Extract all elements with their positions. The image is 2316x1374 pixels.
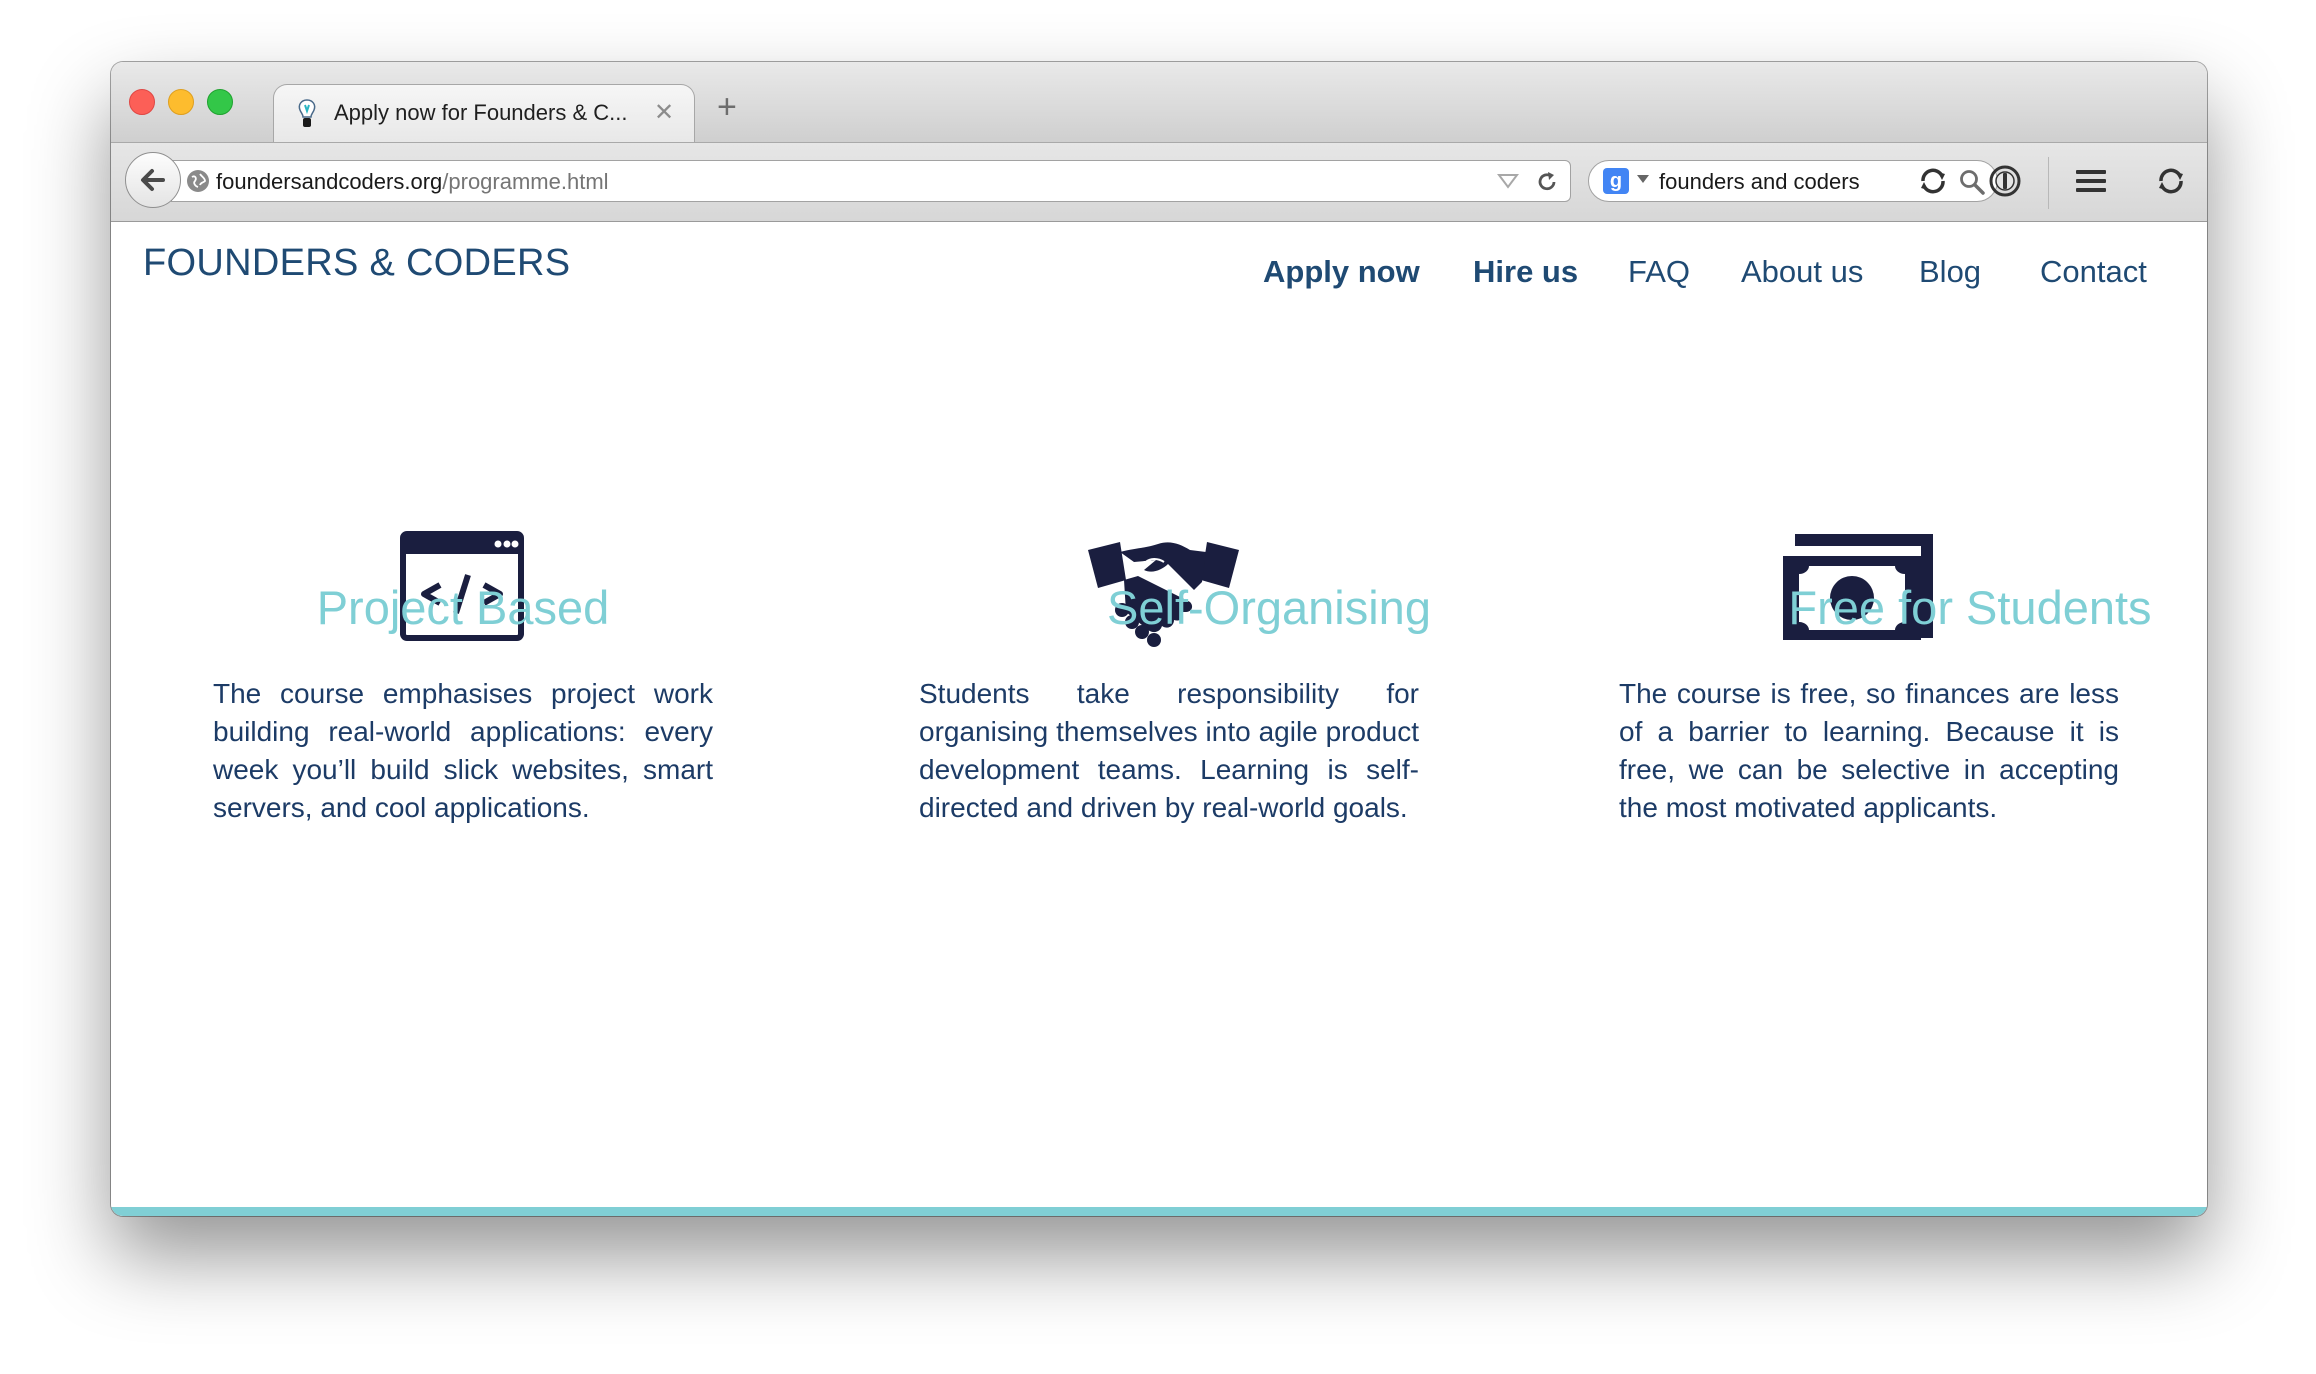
feature-body-project-based: The course emphasises project work build… bbox=[213, 678, 713, 823]
browser-tab-active[interactable]: Apply now for Founders & C... ✕ bbox=[273, 84, 695, 142]
search-engine-badge[interactable]: g bbox=[1603, 168, 1629, 194]
search-engine-dropdown-icon[interactable] bbox=[1636, 174, 1650, 184]
web-page: FOUNDERS & CODERS Apply now Hire us FAQ … bbox=[111, 222, 2207, 1216]
lightbulb-favicon-icon bbox=[298, 99, 316, 127]
site-logo[interactable]: FOUNDERS & CODERS bbox=[143, 242, 570, 285]
search-query[interactable]: founders and coders bbox=[1659, 169, 1860, 195]
nav-apply-now[interactable]: Apply now bbox=[1263, 254, 1420, 290]
menu-icon[interactable] bbox=[2073, 163, 2109, 199]
nav-faq[interactable]: FAQ bbox=[1628, 254, 1690, 290]
nav-contact[interactable]: Contact bbox=[2040, 254, 2147, 290]
nav-about-us[interactable]: About us bbox=[1741, 254, 1863, 290]
nav-blog[interactable]: Blog bbox=[1919, 254, 1981, 290]
footer-band bbox=[111, 1207, 2207, 1216]
tab-strip: Apply now for Founders & C... ✕ + bbox=[111, 62, 2207, 142]
globe-icon bbox=[187, 170, 209, 192]
reload-icon[interactable] bbox=[1534, 169, 1560, 195]
back-arrow-icon bbox=[141, 169, 165, 191]
address-bar[interactable]: foundersandcoders.org/programme.html bbox=[171, 160, 1571, 202]
toolbar-separator bbox=[2048, 157, 2049, 209]
feature-body-self-organising: Students take responsibility for organis… bbox=[919, 678, 1419, 823]
feature-title-free-for-students: Free for Students bbox=[1788, 581, 2152, 634]
minimize-window-button[interactable] bbox=[168, 89, 194, 115]
feature-title-self-organising: Self-Organising bbox=[1107, 581, 1431, 634]
tab-close-icon[interactable]: ✕ bbox=[654, 98, 674, 127]
password-manager-icon[interactable] bbox=[1987, 163, 2023, 199]
nav-hire-us[interactable]: Hire us bbox=[1473, 254, 1578, 290]
sync-status-icon[interactable] bbox=[2153, 163, 2189, 199]
back-button[interactable] bbox=[125, 152, 181, 208]
url-path: /programme.html bbox=[442, 169, 609, 194]
tab-title: Apply now for Founders & C... bbox=[334, 100, 628, 125]
feature-body-free-for-students: The course is free, so finances are less… bbox=[1619, 678, 2119, 823]
url-text[interactable]: foundersandcoders.org/programme.html bbox=[216, 169, 609, 195]
browser-window: Apply now for Founders & C... ✕ + founde… bbox=[111, 62, 2207, 1216]
search-icon[interactable] bbox=[1959, 169, 1985, 195]
new-tab-button[interactable]: + bbox=[717, 90, 737, 124]
feature-title-project-based: Project Based bbox=[316, 581, 610, 634]
zoom-window-button[interactable] bbox=[207, 89, 233, 115]
sync-icon[interactable] bbox=[1915, 163, 1951, 199]
url-host: foundersandcoders.org bbox=[216, 169, 443, 194]
close-window-button[interactable] bbox=[129, 89, 155, 115]
navigation-toolbar: foundersandcoders.org/programme.html g f… bbox=[111, 142, 2207, 222]
history-dropdown-icon[interactable] bbox=[1497, 173, 1519, 189]
